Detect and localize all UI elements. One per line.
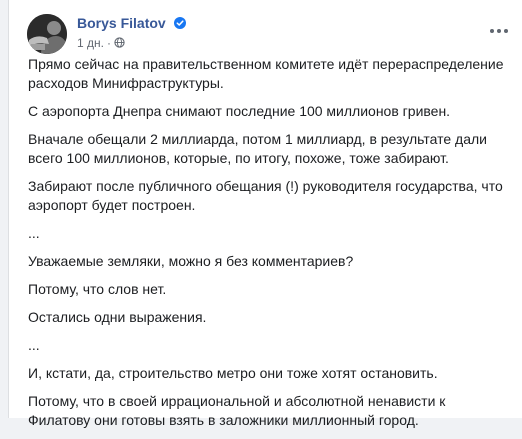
post-paragraph: Потому, что слов нет. <box>28 281 167 297</box>
post-header: Borys Filatov 1 дн. · <box>21 12 522 56</box>
post-timestamp[interactable]: 1 дн. <box>77 36 104 50</box>
post-paragraph: Прямо сейчас на правительственном комите… <box>28 56 504 91</box>
post-paragraph: Уважаемые земляки, можно я без комментар… <box>28 253 354 269</box>
globe-icon[interactable] <box>114 37 125 48</box>
avatar[interactable] <box>27 14 67 54</box>
post-paragraph: И, кстати, да, строительство метро они т… <box>28 365 438 381</box>
post-meta: 1 дн. · <box>77 36 125 50</box>
post-paragraph: Забирают после публичного обещания (!) р… <box>28 178 503 213</box>
post-paragraph: Вначале обещали 2 миллиарда, потом 1 мил… <box>28 131 487 166</box>
post-card: Borys Filatov 1 дн. · Прямо сейчас на пр… <box>8 0 522 428</box>
author-name-link[interactable]: Borys Filatov <box>77 15 166 31</box>
verified-badge-icon <box>174 16 187 29</box>
meta-separator: · <box>106 36 111 50</box>
post-paragraph: Потому, что в своей иррациональной и абс… <box>28 393 446 428</box>
post-paragraph: С аэропорта Днепра снимают последние 100… <box>28 103 451 119</box>
more-options-icon[interactable] <box>488 20 510 42</box>
post-paragraph: ... <box>28 337 40 353</box>
post-paragraph: Остались одни выражения. <box>28 309 207 325</box>
post-paragraph: ... <box>28 225 40 241</box>
avatar-photo <box>27 14 67 54</box>
author-line: Borys Filatov <box>77 15 187 33</box>
post-text: Прямо сейчас на правительственном комите… <box>28 55 508 439</box>
